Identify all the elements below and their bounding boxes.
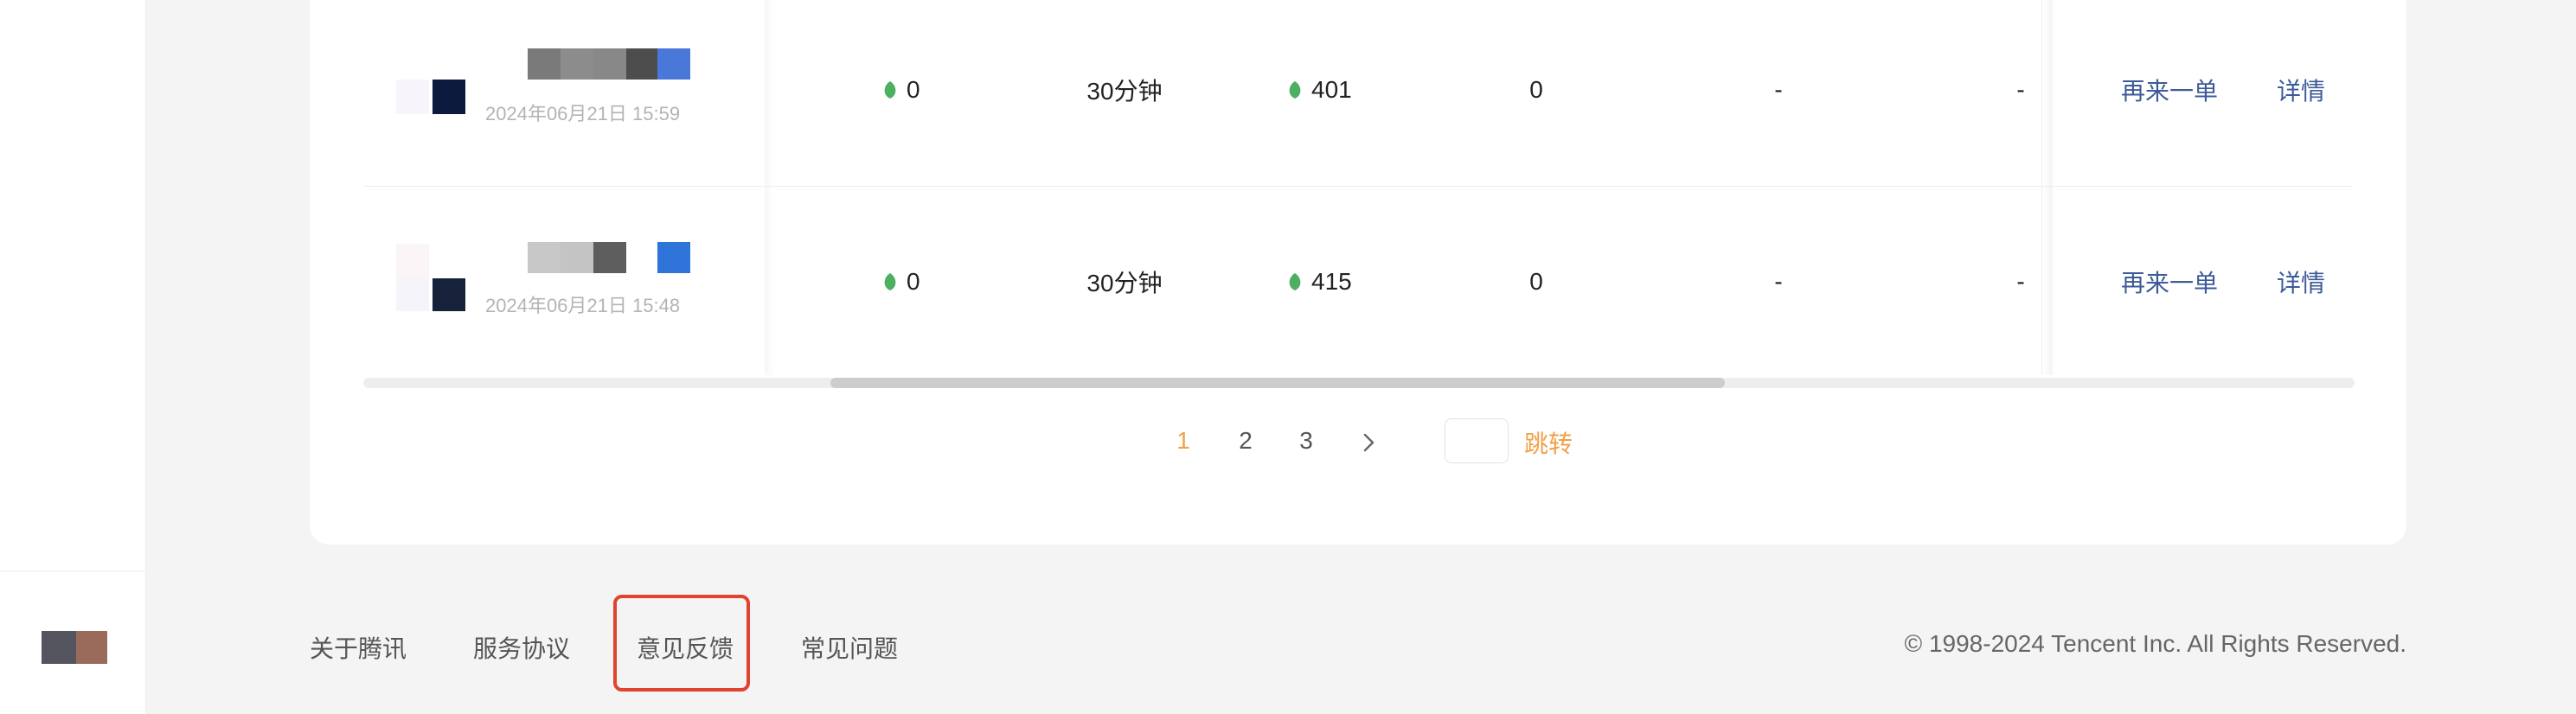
- detail-label[interactable]: 详情: [2277, 73, 2325, 107]
- detail-label[interactable]: 详情: [2277, 265, 2325, 299]
- footer-link-terms[interactable]: 服务协议: [473, 630, 570, 665]
- col6-cell: -: [2016, 268, 2025, 295]
- reorder-label[interactable]: 再来一单: [2121, 73, 2218, 107]
- product-image-strip: [528, 242, 690, 273]
- green-leaf-icon: [1289, 81, 1301, 99]
- row-divider: [363, 186, 2353, 187]
- col1-value: 0: [907, 268, 920, 295]
- col1-cell: 0: [882, 38, 952, 142]
- reorder-link[interactable]: 再来一单: [2121, 38, 2233, 142]
- feedback-highlight-box: [613, 595, 750, 692]
- col5-cell: -: [1774, 268, 1783, 295]
- green-leaf-icon: [1289, 273, 1301, 290]
- col6-cell: -: [2016, 76, 2025, 103]
- user-avatar[interactable]: [42, 631, 107, 664]
- col4-cell: 0: [1529, 268, 1543, 295]
- green-leaf-icon: [884, 81, 896, 99]
- col3-value: 415: [1311, 268, 1352, 295]
- green-leaf-icon: [884, 273, 896, 290]
- col3-value: 401: [1311, 76, 1352, 103]
- footer-link-faq[interactable]: 常见问题: [801, 630, 898, 665]
- table-row: 2024年06月21日 15:48 0 30分钟 415 0 - - 再来一单 …: [0, 230, 2576, 334]
- page-1-button[interactable]: 1: [1166, 427, 1201, 455]
- horizontal-scrollbar[interactable]: [363, 378, 2355, 388]
- page-3-button[interactable]: 3: [1289, 427, 1323, 455]
- chevron-right-icon[interactable]: [1358, 432, 1379, 453]
- reorder-label[interactable]: 再来一单: [2121, 265, 2218, 299]
- scrollbar-thumb[interactable]: [830, 378, 1725, 388]
- reorder-link[interactable]: 再来一单: [2121, 230, 2233, 334]
- col1-value: 0: [907, 76, 920, 103]
- table-row: 2024年06月21日 15:59 0 30分钟 401 0 - - 再来一单 …: [0, 38, 2576, 142]
- col3-cell: 401: [1287, 38, 1391, 142]
- order-date: 2024年06月21日 15:48: [485, 295, 681, 316]
- product-thumbnail: [396, 244, 465, 311]
- col1-cell: 0: [882, 230, 952, 334]
- duration-cell: 30分钟: [1086, 78, 1163, 105]
- jump-page-input[interactable]: [1445, 418, 1509, 463]
- detail-link[interactable]: 详情: [2277, 38, 2337, 142]
- col4-cell: 0: [1529, 76, 1543, 103]
- col5-cell: -: [1774, 76, 1783, 103]
- page-2-button[interactable]: 2: [1228, 427, 1263, 455]
- footer-link-about[interactable]: 关于腾讯: [310, 630, 407, 665]
- jump-button[interactable]: 跳转: [1524, 425, 1573, 460]
- order-date: 2024年06月21日 15:59: [485, 103, 681, 124]
- duration-cell: 30分钟: [1086, 270, 1163, 296]
- product-thumbnail: [396, 80, 465, 114]
- col3-cell: 415: [1287, 230, 1391, 334]
- product-image-strip: [528, 48, 690, 80]
- copyright-text: © 1998-2024 Tencent Inc. All Rights Rese…: [1904, 630, 2406, 657]
- detail-link[interactable]: 详情: [2277, 230, 2337, 334]
